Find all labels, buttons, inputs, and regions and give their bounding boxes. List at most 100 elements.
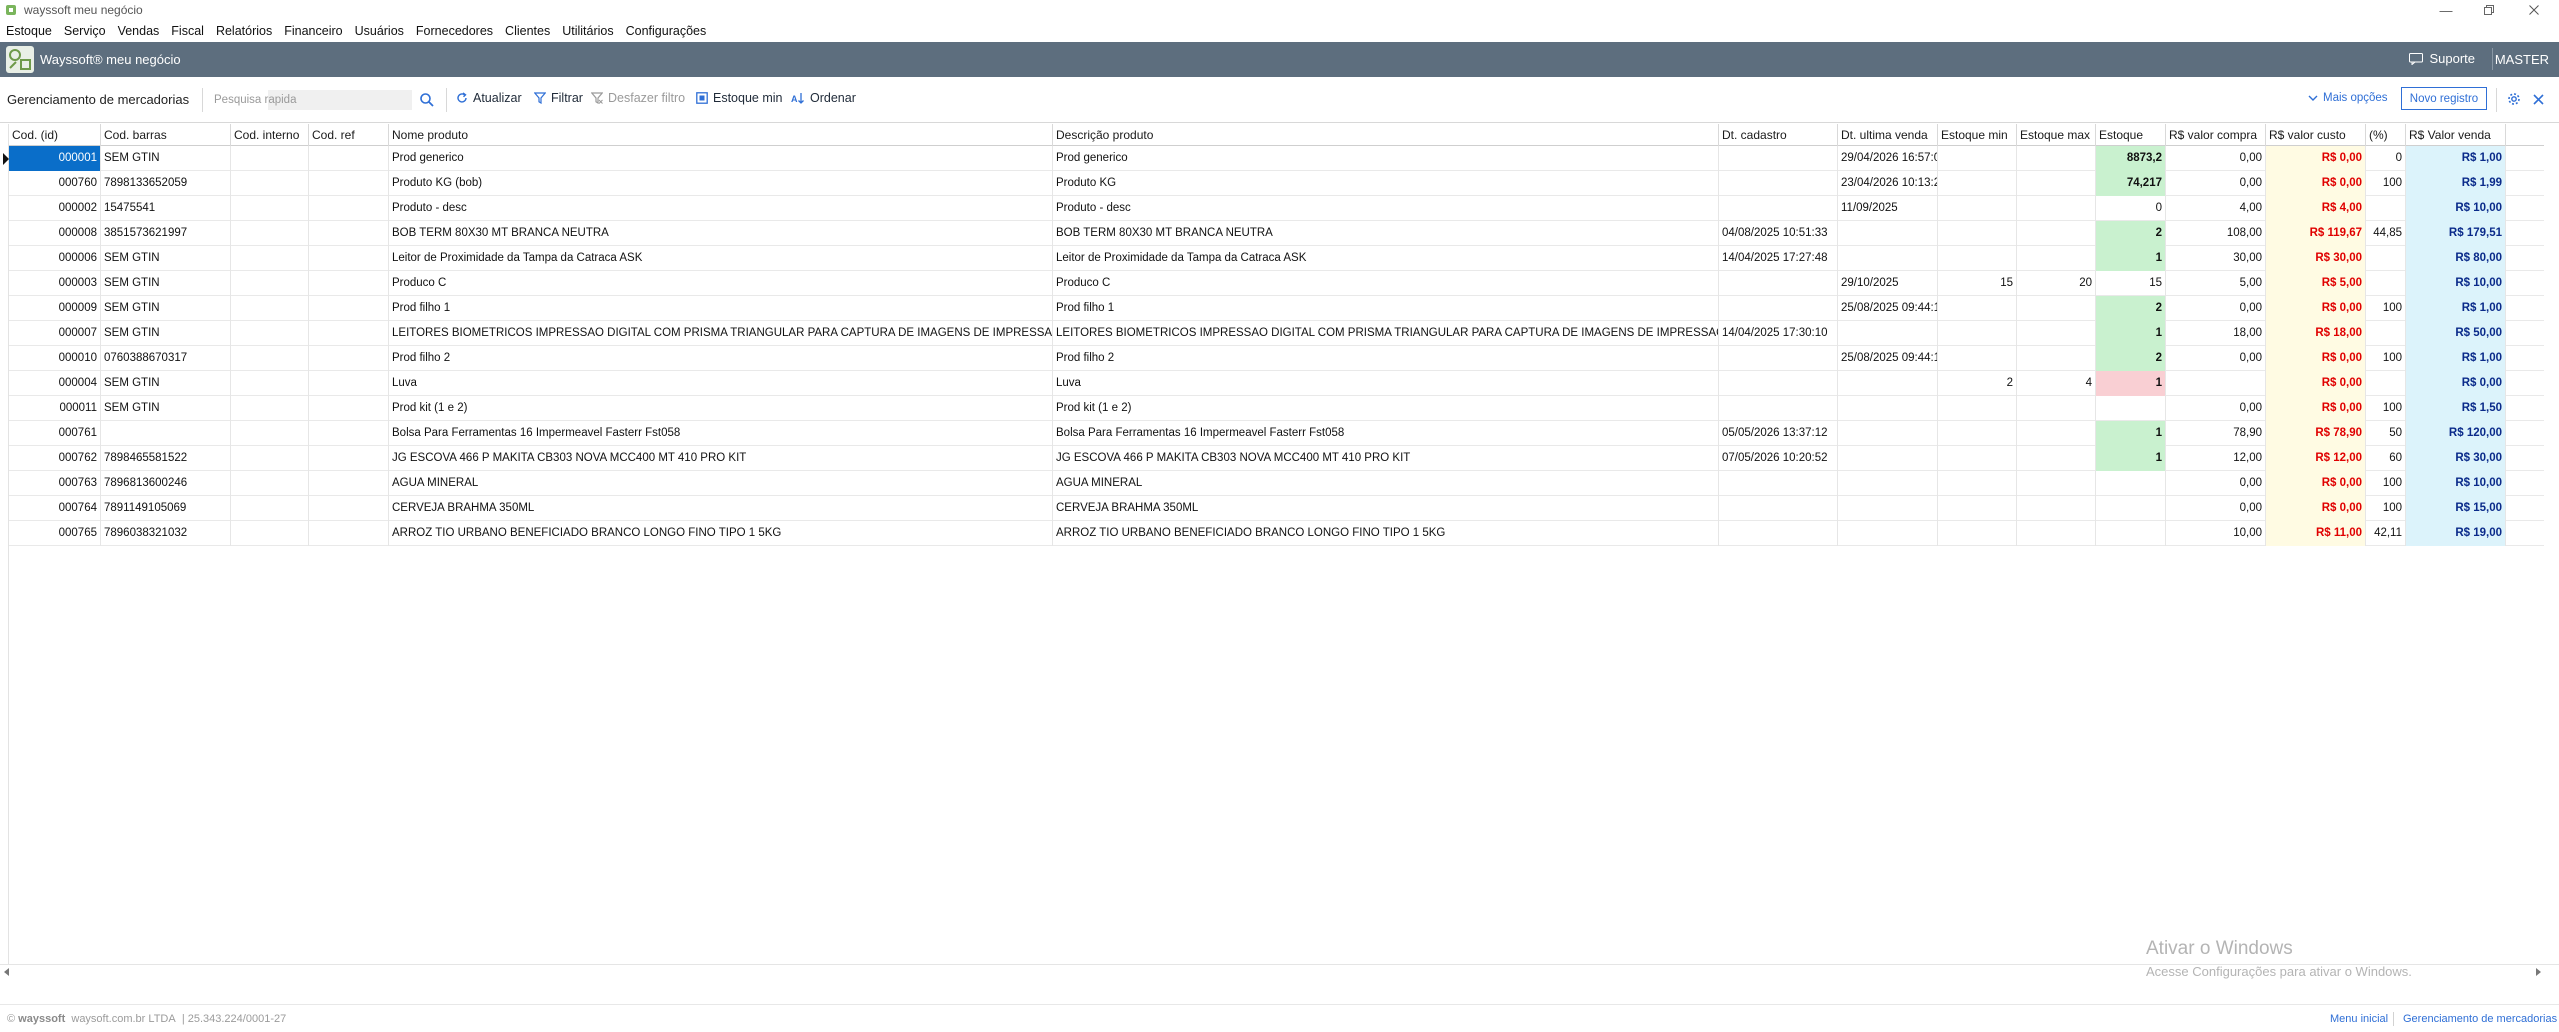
- cell-description[interactable]: Luva: [1053, 371, 1719, 396]
- cell-id[interactable]: 000006: [9, 246, 101, 271]
- cell-stock-max[interactable]: [2017, 221, 2096, 246]
- cell-description[interactable]: ARROZ TIO URBANO BENEFICIADO BRANCO LONG…: [1053, 521, 1719, 546]
- col-header-percent[interactable]: (%): [2366, 124, 2406, 146]
- cell-stock[interactable]: 0: [2096, 196, 2166, 221]
- cell-stock-min[interactable]: [1938, 246, 2017, 271]
- cell-last-sale[interactable]: 25/08/2025 09:44:1: [1838, 296, 1938, 321]
- cell-registered[interactable]: [1719, 521, 1838, 546]
- cell-stock-max[interactable]: [2017, 346, 2096, 371]
- cell-ref[interactable]: [309, 346, 389, 371]
- close-screen-button[interactable]: [2529, 90, 2547, 108]
- menu-servico[interactable]: Serviço: [64, 24, 114, 38]
- cell-purchase-price[interactable]: 18,00: [2166, 321, 2266, 346]
- cell-stock[interactable]: [2096, 471, 2166, 496]
- cell-internal-code[interactable]: [231, 321, 309, 346]
- cell-registered[interactable]: [1719, 396, 1838, 421]
- cell-stock[interactable]: 2: [2096, 296, 2166, 321]
- cell-stock-max[interactable]: [2017, 446, 2096, 471]
- cell-cost[interactable]: R$ 4,00: [2266, 196, 2366, 221]
- cell-stock-min[interactable]: [1938, 421, 2017, 446]
- cell-ref[interactable]: [309, 371, 389, 396]
- cell-description[interactable]: Produto KG: [1053, 171, 1719, 196]
- cell-ref[interactable]: [309, 521, 389, 546]
- cell-last-sale[interactable]: [1838, 371, 1938, 396]
- cell-percent[interactable]: 44,85: [2366, 221, 2406, 246]
- menu-fornecedores[interactable]: Fornecedores: [416, 24, 501, 38]
- cell-description[interactable]: Prod filho 2: [1053, 346, 1719, 371]
- more-options-button[interactable]: Mais opções: [2308, 92, 2388, 104]
- cell-cost[interactable]: R$ 0,00: [2266, 496, 2366, 521]
- cell-cost[interactable]: R$ 0,00: [2266, 146, 2366, 171]
- cell-description[interactable]: Produco C: [1053, 271, 1719, 296]
- cell-description[interactable]: Produto - desc: [1053, 196, 1719, 221]
- cell-id[interactable]: 000762: [9, 446, 101, 471]
- cell-registered[interactable]: [1719, 171, 1838, 196]
- cell-ref[interactable]: [309, 271, 389, 296]
- cell-product-name[interactable]: Prod filho 1: [389, 296, 1053, 321]
- cell-internal-code[interactable]: [231, 171, 309, 196]
- cell-sale-price[interactable]: R$ 50,00: [2406, 321, 2506, 346]
- cell-registered[interactable]: [1719, 371, 1838, 396]
- cell-stock[interactable]: [2096, 521, 2166, 546]
- cell-stock-max[interactable]: [2017, 396, 2096, 421]
- cell-cost[interactable]: R$ 0,00: [2266, 396, 2366, 421]
- cell-product-name[interactable]: Leitor de Proximidade da Tampa da Catrac…: [389, 246, 1053, 271]
- cell-stock-min[interactable]: [1938, 446, 2017, 471]
- cell-description[interactable]: Leitor de Proximidade da Tampa da Catrac…: [1053, 246, 1719, 271]
- cell-product-name[interactable]: Produco C: [389, 271, 1053, 296]
- cell-percent[interactable]: [2366, 321, 2406, 346]
- cell-stock-max[interactable]: [2017, 246, 2096, 271]
- cell-ref[interactable]: [309, 246, 389, 271]
- cell-internal-code[interactable]: [231, 346, 309, 371]
- refresh-button[interactable]: Atualizar: [456, 91, 522, 105]
- cell-internal-code[interactable]: [231, 396, 309, 421]
- cell-registered[interactable]: 14/04/2025 17:30:10: [1719, 321, 1838, 346]
- cell-purchase-price[interactable]: 4,00: [2166, 196, 2266, 221]
- filter-button[interactable]: Filtrar: [534, 91, 583, 105]
- cell-product-name[interactable]: Luva: [389, 371, 1053, 396]
- table-row[interactable]: 000008 3851573621997 BOB TERM 80X30 MT BRA…: [9, 221, 2545, 246]
- col-header-product-name[interactable]: Nome produto: [389, 124, 1053, 146]
- cell-stock-min[interactable]: 2: [1938, 371, 2017, 396]
- cell-ref[interactable]: [309, 471, 389, 496]
- cell-percent[interactable]: 50: [2366, 421, 2406, 446]
- cell-registered[interactable]: [1719, 346, 1838, 371]
- cell-barcode[interactable]: 3851573621997: [101, 221, 231, 246]
- cell-internal-code[interactable]: [231, 221, 309, 246]
- table-row[interactable]: 000764 7891149105069 CERVEJA BRAHMA 350ML C…: [9, 496, 2545, 521]
- table-row[interactable]: 000765 7896038321032 ARROZ TIO URBANO BENE…: [9, 521, 2545, 546]
- cell-product-name[interactable]: Prod filho 2: [389, 346, 1053, 371]
- cell-stock-max[interactable]: 4: [2017, 371, 2096, 396]
- cell-ref[interactable]: [309, 221, 389, 246]
- cell-sale-price[interactable]: R$ 10,00: [2406, 271, 2506, 296]
- cell-internal-code[interactable]: [231, 371, 309, 396]
- cell-internal-code[interactable]: [231, 421, 309, 446]
- table-row[interactable]: 000003 SEM GTIN Produco C Produco C 29/10/20…: [9, 271, 2545, 296]
- cell-product-name[interactable]: Bolsa Para Ferramentas 16 Impermeavel Fa…: [389, 421, 1053, 446]
- cell-cost[interactable]: R$ 0,00: [2266, 346, 2366, 371]
- cell-last-sale[interactable]: 29/04/2026 16:57:0: [1838, 146, 1938, 171]
- cell-stock-min[interactable]: [1938, 496, 2017, 521]
- col-header-ref[interactable]: Cod. ref: [309, 124, 389, 146]
- cell-purchase-price[interactable]: 108,00: [2166, 221, 2266, 246]
- cell-stock[interactable]: 74,217: [2096, 171, 2166, 196]
- cell-stock-max[interactable]: [2017, 421, 2096, 446]
- table-row[interactable]: 000011 SEM GTIN Prod kit (1 e 2) Prod kit (…: [9, 396, 2545, 421]
- cell-internal-code[interactable]: [231, 296, 309, 321]
- menu-relatorios[interactable]: Relatórios: [216, 24, 280, 38]
- cell-barcode[interactable]: 7891149105069: [101, 496, 231, 521]
- cell-description[interactable]: BOB TERM 80X30 MT BRANCA NEUTRA: [1053, 221, 1719, 246]
- cell-last-sale[interactable]: 11/09/2025: [1838, 196, 1938, 221]
- col-header-stock-min[interactable]: Estoque min: [1938, 124, 2017, 146]
- cell-cost[interactable]: R$ 18,00: [2266, 321, 2366, 346]
- cell-product-name[interactable]: BOB TERM 80X30 MT BRANCA NEUTRA: [389, 221, 1053, 246]
- cell-cost[interactable]: R$ 0,00: [2266, 171, 2366, 196]
- cell-ref[interactable]: [309, 321, 389, 346]
- cell-id[interactable]: 000763: [9, 471, 101, 496]
- minimize-button[interactable]: —: [2423, 0, 2469, 20]
- cell-barcode[interactable]: SEM GTIN: [101, 146, 231, 171]
- cell-description[interactable]: CERVEJA BRAHMA 350ML: [1053, 496, 1719, 521]
- cell-description[interactable]: JG ESCOVA 466 P MAKITA CB303 NOVA MCC400…: [1053, 446, 1719, 471]
- col-header-description[interactable]: Descrição produto: [1053, 124, 1719, 146]
- menu-configuracoes[interactable]: Configurações: [626, 24, 715, 38]
